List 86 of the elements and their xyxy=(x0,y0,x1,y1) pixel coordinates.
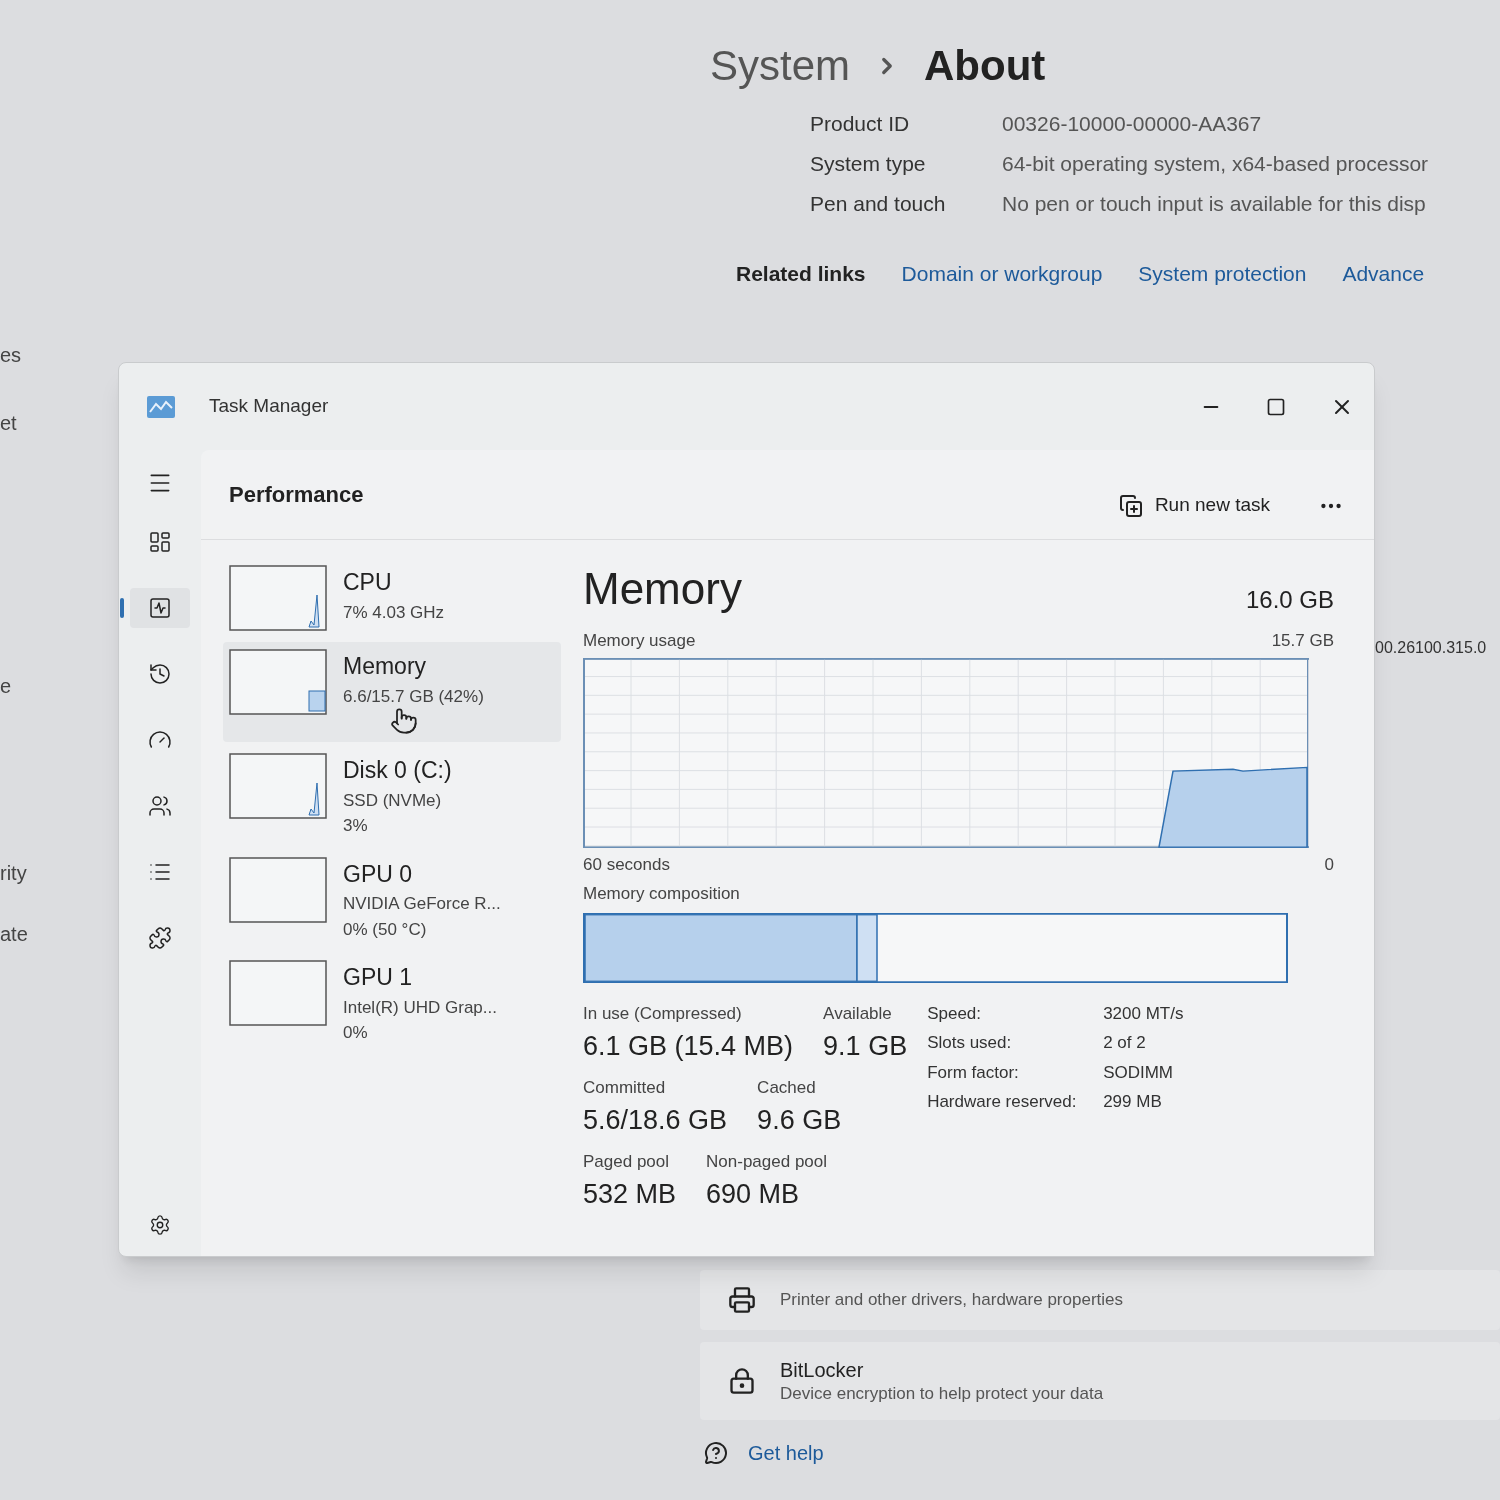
stat-label: Committed xyxy=(583,1076,667,1099)
card-subtitle: Printer and other drivers, hardware properties xyxy=(780,1288,1123,1311)
hand-cursor-icon xyxy=(389,707,418,735)
resource-detail: 0% xyxy=(343,1022,369,1044)
settings-card[interactable]: Printer and other drivers, hardware properties xyxy=(700,1269,1500,1330)
resource-detail: 0% (50 °C) xyxy=(343,918,428,941)
printer-icon xyxy=(728,1285,756,1314)
puzzle-icon xyxy=(148,926,172,950)
resource-detail: Intel(R) UHD Grap... xyxy=(343,996,497,1019)
related-link[interactable]: Domain or workgroup xyxy=(901,261,1103,288)
resource-detail: 6.6/15.7 GB (42%) xyxy=(343,685,484,708)
stat-value: 5.6/18.6 GB xyxy=(583,1104,728,1137)
spec-value: No pen or touch input is available for this disp xyxy=(1002,191,1426,217)
app-icon xyxy=(147,395,175,418)
stat-value: 532 MB xyxy=(583,1178,677,1211)
resource-detail: NVIDIA GeForce R... xyxy=(343,893,501,915)
resource-name: GPU 1 xyxy=(343,963,414,992)
resource-name: GPU 0 xyxy=(343,859,414,889)
section-title: Performance xyxy=(229,481,364,509)
resource-name: Memory xyxy=(343,652,428,681)
resource-item[interactable]: CPU 7% 4.03 GHz xyxy=(223,558,561,638)
property-label: Form factor: xyxy=(927,1061,1020,1084)
lock-icon xyxy=(728,1366,756,1395)
help-icon xyxy=(704,1440,728,1465)
composition-label: Memory composition xyxy=(583,883,741,905)
stat-label: Cached xyxy=(757,1076,817,1099)
selection-indicator xyxy=(120,598,124,618)
spec-value: 00326-10000-00000-AA367 xyxy=(1002,110,1262,137)
stat-label: Available xyxy=(823,1002,893,1025)
settings-icon[interactable] xyxy=(149,1214,171,1236)
run-new-task-button[interactable]: Run new task xyxy=(1110,487,1278,524)
nav-item-text[interactable]: et xyxy=(0,408,40,438)
maximize-icon[interactable] xyxy=(1266,396,1286,417)
property-value: 299 MB xyxy=(1103,1091,1162,1113)
property-value: SODIMM xyxy=(1103,1061,1174,1084)
settings-card[interactable]: BitLocker Device encryption to help protect your data xyxy=(700,1341,1500,1420)
stat-value: 9.1 GB xyxy=(823,1030,908,1063)
total-memory: 16.0 GB xyxy=(1245,585,1334,615)
page-title[interactable]: System xyxy=(710,40,851,93)
detail-title: Memory xyxy=(583,563,742,615)
nav-item-text[interactable]: e xyxy=(0,671,40,701)
axis-label: 60 seconds xyxy=(583,853,670,876)
graph-max: 15.7 GB xyxy=(1271,630,1334,652)
card-title: BitLocker xyxy=(780,1357,865,1383)
page-title: About xyxy=(924,41,1046,91)
resource-item[interactable]: GPU 1 Intel(R) UHD Grap... 0% xyxy=(223,953,561,1053)
resource-item[interactable]: GPU 0 NVIDIA GeForce R... 0% (50 °C) xyxy=(223,849,561,949)
resource-detail: SSD (NVMe) xyxy=(343,789,443,812)
version-value: 00.26100.315.0 xyxy=(1375,638,1487,656)
resource-name: Disk 0 (C:) xyxy=(343,756,452,785)
stat-value: 690 MB xyxy=(706,1178,801,1211)
spec-label: Product ID xyxy=(810,110,911,137)
stat-label: Paged pool xyxy=(583,1150,671,1173)
related-links-label: Related links xyxy=(736,261,866,288)
history-icon xyxy=(148,662,172,686)
related-link[interactable]: System protection xyxy=(1138,261,1307,288)
window-title: Task Manager xyxy=(209,394,329,419)
property-label: Speed: xyxy=(927,1002,983,1025)
spec-label: Pen and touch xyxy=(810,191,947,217)
users-icon xyxy=(148,794,172,818)
stat-value: 9.6 GB xyxy=(757,1104,842,1137)
nav-item-text[interactable]: es xyxy=(0,340,40,370)
related-link[interactable]: Advance xyxy=(1342,261,1425,288)
nav-item-text[interactable]: ate xyxy=(0,919,40,949)
axis-label: 0 xyxy=(1324,853,1334,876)
resource-name: CPU xyxy=(343,568,393,597)
activity-icon xyxy=(148,596,172,620)
property-value: 2 of 2 xyxy=(1103,1032,1146,1054)
stat-label: In use (Compressed) xyxy=(583,1002,743,1025)
property-value: 3200 MT/s xyxy=(1103,1002,1184,1025)
get-help-link[interactable]: Get help xyxy=(748,1437,824,1468)
resource-item[interactable]: Disk 0 (C:) SSD (NVMe) 3% xyxy=(223,746,561,846)
property-label: Slots used: xyxy=(927,1032,1013,1054)
graph-label: Memory usage xyxy=(583,630,696,652)
grid-icon xyxy=(148,530,172,554)
nav-item-text[interactable]: rity xyxy=(0,858,40,888)
spec-label: System type xyxy=(810,150,927,177)
resource-detail: 3% xyxy=(343,815,369,837)
card-subtitle: Device encryption to help protect your data xyxy=(780,1382,1104,1404)
new-task-icon xyxy=(1118,493,1143,518)
stat-value: 6.1 GB (15.4 MB) xyxy=(583,1030,794,1063)
resource-detail: 7% 4.03 GHz xyxy=(343,601,445,624)
stat-label: Non-paged pool xyxy=(706,1150,828,1173)
property-label: Hardware reserved: xyxy=(927,1091,1078,1113)
spec-value: 64-bit operating system, x64-based processor xyxy=(1002,150,1429,177)
resource-item[interactable]: Memory 6.6/15.7 GB (42%) xyxy=(223,642,561,742)
